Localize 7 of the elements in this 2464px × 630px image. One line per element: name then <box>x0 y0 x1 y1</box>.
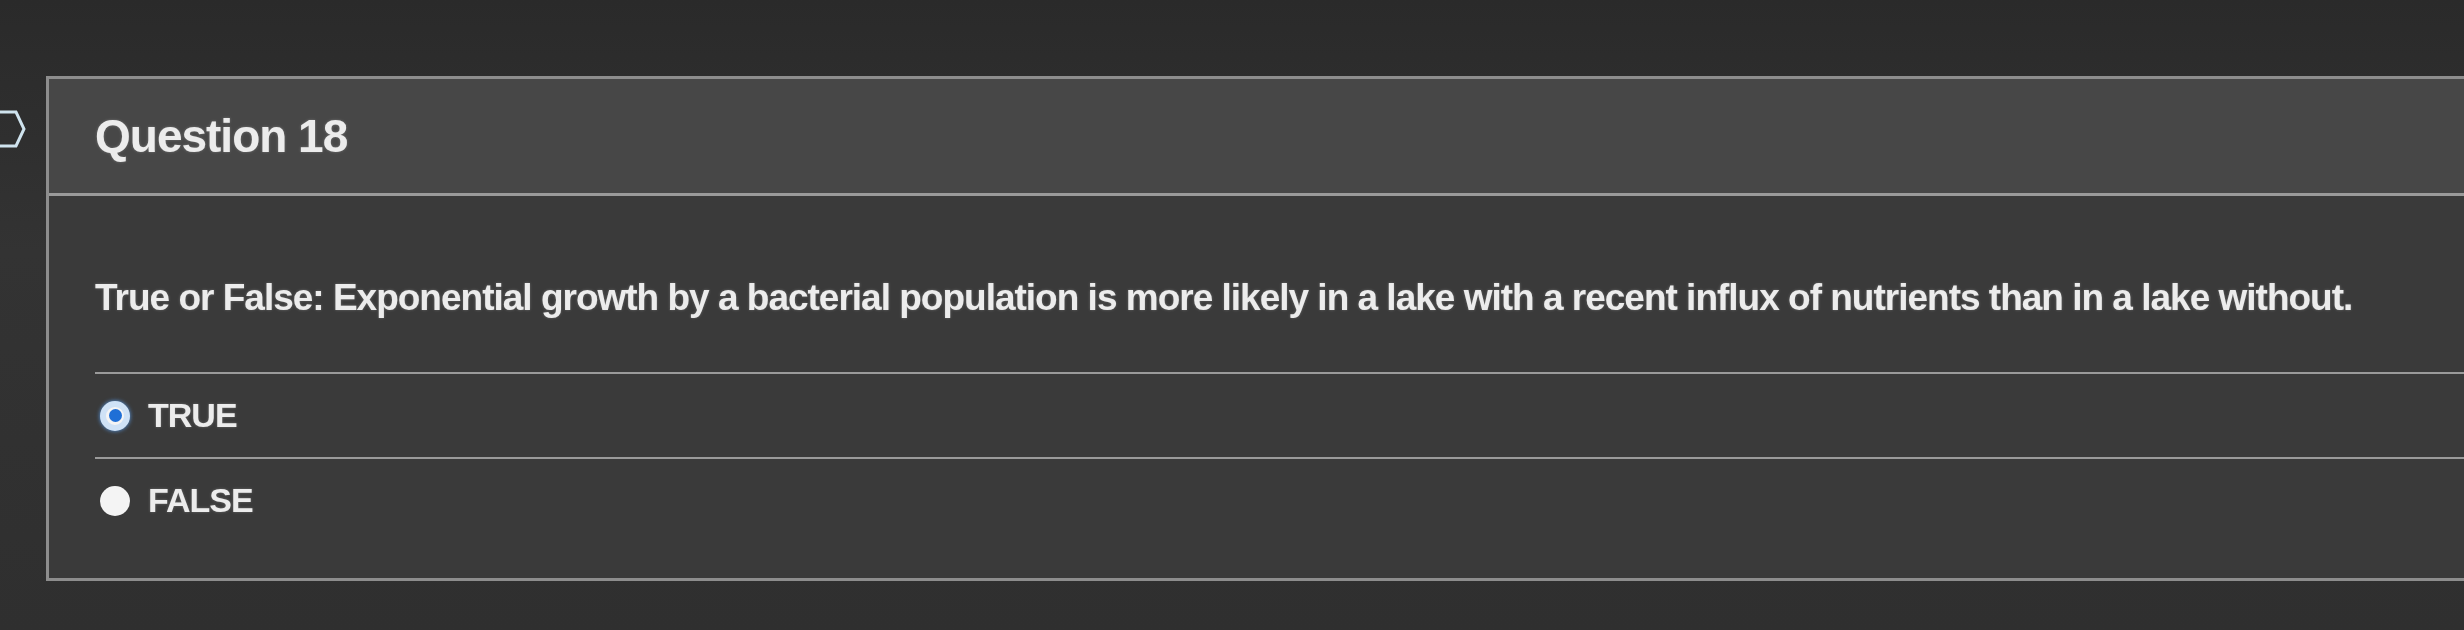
tag-outline-icon[interactable] <box>0 110 26 148</box>
question-title: Question 18 <box>95 109 348 163</box>
option-label[interactable]: TRUE <box>148 396 237 435</box>
option-label[interactable]: FALSE <box>148 481 253 520</box>
question-text: True or False: Exponential growth by a bacterial population is more likely in a lake with a recent influx of nutrients than in a lake without. <box>95 278 2354 318</box>
radio-button-selected[interactable] <box>100 400 130 431</box>
radio-button[interactable] <box>100 485 130 516</box>
